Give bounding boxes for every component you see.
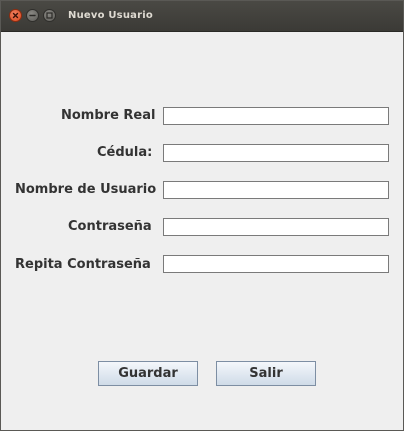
repita-contrasena-field[interactable] [163,255,389,273]
minimize-button[interactable] [26,9,39,22]
guardar-button[interactable]: Guardar [98,361,198,386]
contrasena-label: Contraseña [68,219,152,234]
close-button[interactable] [9,9,22,22]
close-icon [12,12,19,19]
repita-contrasena-label: Repita Contraseña [15,257,151,272]
maximize-button[interactable] [43,9,56,22]
nombre-usuario-field[interactable] [163,181,389,199]
nombre-real-label: Nombre Real [61,108,156,123]
salir-button[interactable]: Salir [216,361,316,386]
nuevo-usuario-window: Nuevo Usuario Nombre Real Cédula: Nombre… [0,0,404,431]
window-title: Nuevo Usuario [68,10,153,21]
cedula-label: Cédula: [97,145,153,160]
contrasena-field[interactable] [163,218,389,236]
maximize-icon [46,12,53,19]
nombre-real-field[interactable] [163,107,389,125]
title-bar[interactable]: Nuevo Usuario [1,1,403,32]
cedula-field[interactable] [163,144,389,162]
nombre-usuario-label: Nombre de Usuario [15,182,157,197]
minimize-icon [29,14,36,17]
